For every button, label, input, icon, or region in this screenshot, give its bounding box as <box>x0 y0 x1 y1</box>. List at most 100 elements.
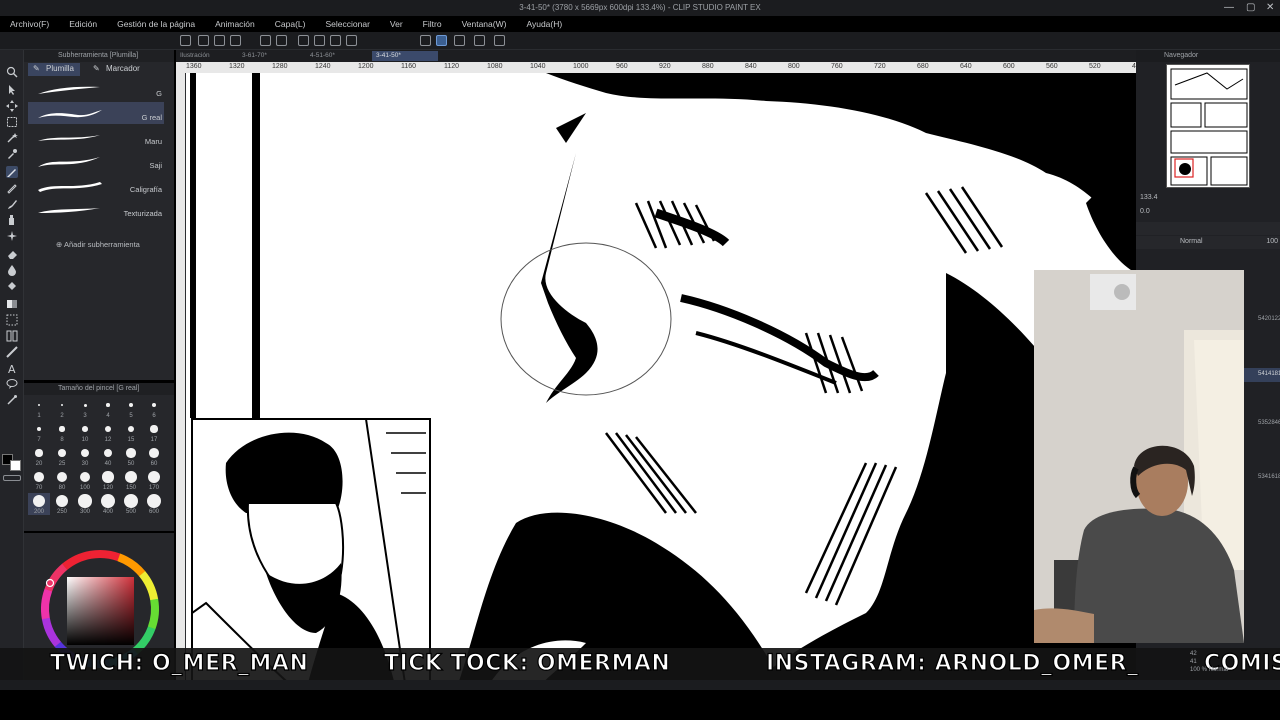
pen-icon[interactable] <box>6 166 18 178</box>
operation-icon[interactable] <box>6 84 18 96</box>
menu-view[interactable]: Ver <box>380 19 413 29</box>
loading-icon[interactable] <box>298 35 309 46</box>
selection-icon[interactable] <box>6 116 18 128</box>
canvas-tab-active[interactable]: 3-41-50* <box>372 51 438 61</box>
brush-item-caligrafia[interactable]: Caligrafía <box>28 174 164 196</box>
eyedropper-icon[interactable] <box>6 148 18 160</box>
brush-size-option[interactable]: 300 <box>74 493 96 515</box>
decoration-icon[interactable] <box>6 230 18 242</box>
menu-filter[interactable]: Filtro <box>413 19 452 29</box>
clip-studio-icon[interactable] <box>494 35 505 46</box>
transparent-color-icon[interactable] <box>3 475 21 481</box>
navigator-thumbnail[interactable] <box>1166 64 1250 188</box>
brush-size-option[interactable]: 600 <box>143 493 165 515</box>
opacity-value[interactable]: 100 <box>1266 238 1278 245</box>
frame-border-icon[interactable] <box>6 330 18 342</box>
menu-select[interactable]: Seleccionar <box>315 19 379 29</box>
brush-size-option[interactable]: 2 <box>51 397 73 419</box>
add-subtool-button[interactable]: ⊕ Añadir subherramienta <box>56 240 140 249</box>
brush-size-option[interactable]: 7 <box>28 421 50 443</box>
brush-size-option[interactable]: 10 <box>74 421 96 443</box>
brush-size-option[interactable]: 1 <box>28 397 50 419</box>
fill-icon[interactable] <box>330 35 341 46</box>
material-icon[interactable] <box>474 35 485 46</box>
fill-bucket-icon[interactable] <box>6 280 18 292</box>
text-icon[interactable]: A <box>6 362 18 376</box>
airbrush-icon[interactable] <box>6 214 18 226</box>
brush-size-option[interactable]: 60 <box>143 445 165 467</box>
brush-size-option[interactable]: 6 <box>143 397 165 419</box>
canvas-tab[interactable]: 4-51-60* <box>306 51 339 61</box>
brush-size-option[interactable]: 40 <box>97 445 119 467</box>
canvas-tab[interactable]: Ilustración <box>176 51 214 61</box>
brush-size-option[interactable]: 80 <box>51 469 73 491</box>
eraser-icon[interactable] <box>6 248 18 260</box>
layer-id-selected[interactable]: 54141811 <box>1244 368 1280 382</box>
minimize-icon[interactable]: — <box>1224 2 1234 13</box>
brush-size-option[interactable]: 150 <box>120 469 142 491</box>
canvas-tab[interactable]: 3-61-70* <box>238 51 271 61</box>
brush-size-option[interactable]: 4 <box>97 397 119 419</box>
brush-item-maru[interactable]: Maru <box>28 126 164 148</box>
brush-size-option[interactable]: 15 <box>120 421 142 443</box>
brush-icon[interactable] <box>6 198 18 210</box>
gradient-icon[interactable] <box>6 298 18 310</box>
undo-icon[interactable] <box>260 35 271 46</box>
brush-size-option[interactable]: 12 <box>97 421 119 443</box>
brush-size-option[interactable]: 20 <box>28 445 50 467</box>
brush-size-option[interactable]: 3 <box>74 397 96 419</box>
redo-icon[interactable] <box>276 35 287 46</box>
blend-mode-select[interactable]: Normal <box>1180 238 1203 245</box>
brush-size-option[interactable]: 70 <box>28 469 50 491</box>
pencil-icon[interactable] <box>6 182 18 194</box>
brush-size-option[interactable]: 250 <box>51 493 73 515</box>
zoom-value[interactable]: 133.4 <box>1140 194 1158 201</box>
menu-page-management[interactable]: Gestión de la página <box>107 19 205 29</box>
brush-item-texturizada[interactable]: Texturizada <box>28 198 164 220</box>
close-icon[interactable]: ✕ <box>1266 2 1274 13</box>
brush-size-option[interactable]: 5 <box>120 397 142 419</box>
transform-icon[interactable] <box>346 35 357 46</box>
brush-size-option[interactable]: 30 <box>74 445 96 467</box>
menu-help[interactable]: Ayuda(H) <box>516 19 572 29</box>
save-icon[interactable] <box>214 35 225 46</box>
manga-page-canvas[interactable] <box>186 73 1136 690</box>
menu-window[interactable]: Ventana(W) <box>452 19 517 29</box>
blend-icon[interactable] <box>6 264 18 276</box>
ruler-icon[interactable] <box>6 346 18 358</box>
maximize-icon[interactable]: ▢ <box>1246 2 1255 13</box>
brush-size-option[interactable]: 17 <box>143 421 165 443</box>
snap-grid-icon[interactable] <box>454 35 465 46</box>
brush-size-option[interactable]: 25 <box>51 445 73 467</box>
correct-line-icon[interactable] <box>6 394 18 406</box>
brush-size-option[interactable]: 8 <box>51 421 73 443</box>
brush-size-option[interactable]: 100 <box>74 469 96 491</box>
menu-animation[interactable]: Animación <box>205 19 265 29</box>
snap-ruler-icon[interactable] <box>420 35 431 46</box>
print-icon[interactable] <box>230 35 241 46</box>
brush-size-option[interactable]: 170 <box>143 469 165 491</box>
brush-size-option[interactable]: 200 <box>28 493 50 515</box>
brush-item-saji[interactable]: Saji <box>28 150 164 172</box>
clear-icon[interactable] <box>314 35 325 46</box>
brush-size-option[interactable]: 400 <box>97 493 119 515</box>
menu-edit[interactable]: Edición <box>59 19 107 29</box>
zoom-icon[interactable] <box>6 66 18 78</box>
auto-select-icon[interactable] <box>6 132 18 144</box>
brush-size-option[interactable]: 120 <box>97 469 119 491</box>
snap-special-ruler-icon[interactable] <box>436 35 447 46</box>
menu-layer[interactable]: Capa(L) <box>265 19 316 29</box>
new-icon[interactable] <box>180 35 191 46</box>
sub-color-swatch[interactable] <box>10 460 21 471</box>
brush-size-option[interactable]: 50 <box>120 445 142 467</box>
tab-marcador[interactable]: ✎ Marcador <box>88 63 146 76</box>
balloon-icon[interactable] <box>6 378 18 390</box>
menu-file[interactable]: Archivo(F) <box>0 19 59 29</box>
rotation-value[interactable]: 0.0 <box>1140 208 1150 215</box>
tab-plumilla[interactable]: ✎ Plumilla <box>28 63 81 76</box>
figure-icon[interactable] <box>6 314 18 326</box>
open-icon[interactable] <box>198 35 209 46</box>
brush-item-g-real[interactable]: G real <box>28 102 164 124</box>
brush-item-g[interactable]: G <box>28 78 164 100</box>
move-layer-icon[interactable] <box>6 100 18 112</box>
